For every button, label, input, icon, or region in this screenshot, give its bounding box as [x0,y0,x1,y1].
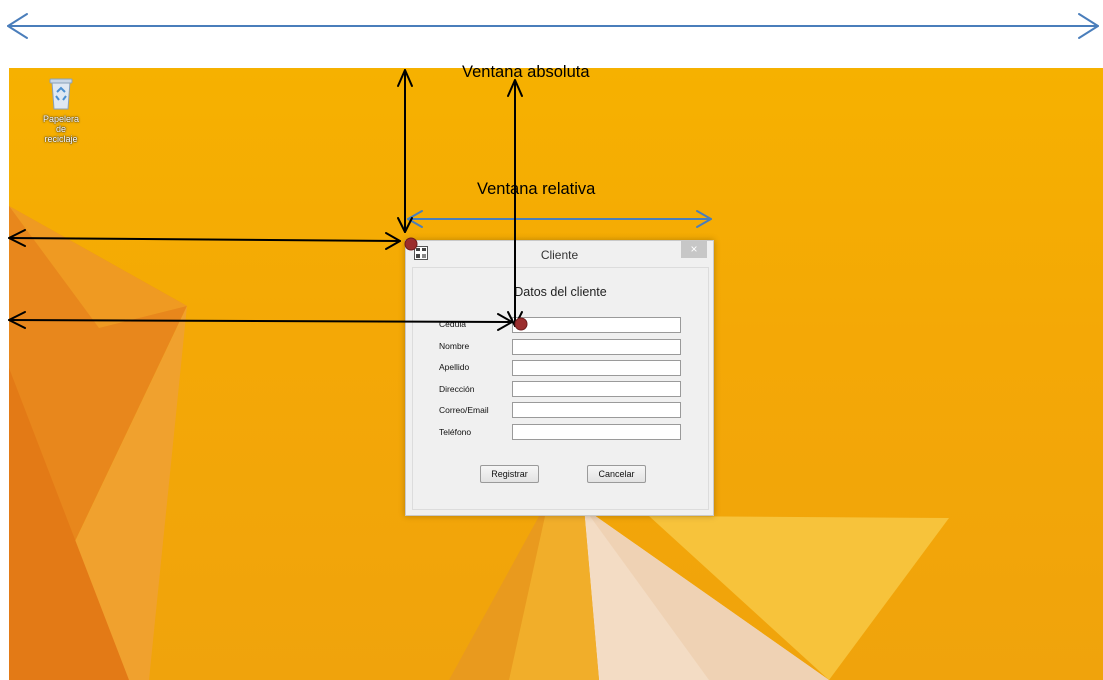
recycle-bin-icon [49,78,73,110]
register-button[interactable]: Registrar [480,465,539,483]
form-heading: Datos del cliente [514,285,607,299]
field-label-nombre: Nombre [439,341,470,351]
field-label-direccion: Dirección [439,384,475,394]
recycle-bin-label: Papelera de reciclaje [42,114,80,144]
relative-window-label: Ventana relativa [477,180,596,198]
field-label-email: Correo/Email [439,405,489,415]
window-titlebar[interactable]: Cliente × [406,241,713,267]
window-title: Cliente [540,248,579,262]
cedula-input[interactable] [512,317,681,333]
absolute-window-label: Ventana absoluta [462,63,590,81]
telefono-input[interactable] [512,424,681,440]
nombre-input[interactable] [512,339,681,355]
close-button[interactable]: × [681,241,707,258]
apellido-input[interactable] [512,360,681,376]
field-label-cedula: Cédula [439,319,466,329]
direccion-input[interactable] [512,381,681,397]
field-label-apellido: Apellido [439,362,470,372]
form-area: Datos del cliente Cédula Nombre Apellido… [412,267,709,510]
screen-width-arrow [7,13,1099,39]
cancel-button[interactable]: Cancelar [587,465,646,483]
field-label-telefono: Teléfono [439,427,472,437]
client-window: Cliente × Datos del cliente Cédula Nombr… [405,240,714,516]
recycle-bin-shortcut[interactable]: Papelera de reciclaje [39,76,83,144]
email-input[interactable] [512,402,681,418]
